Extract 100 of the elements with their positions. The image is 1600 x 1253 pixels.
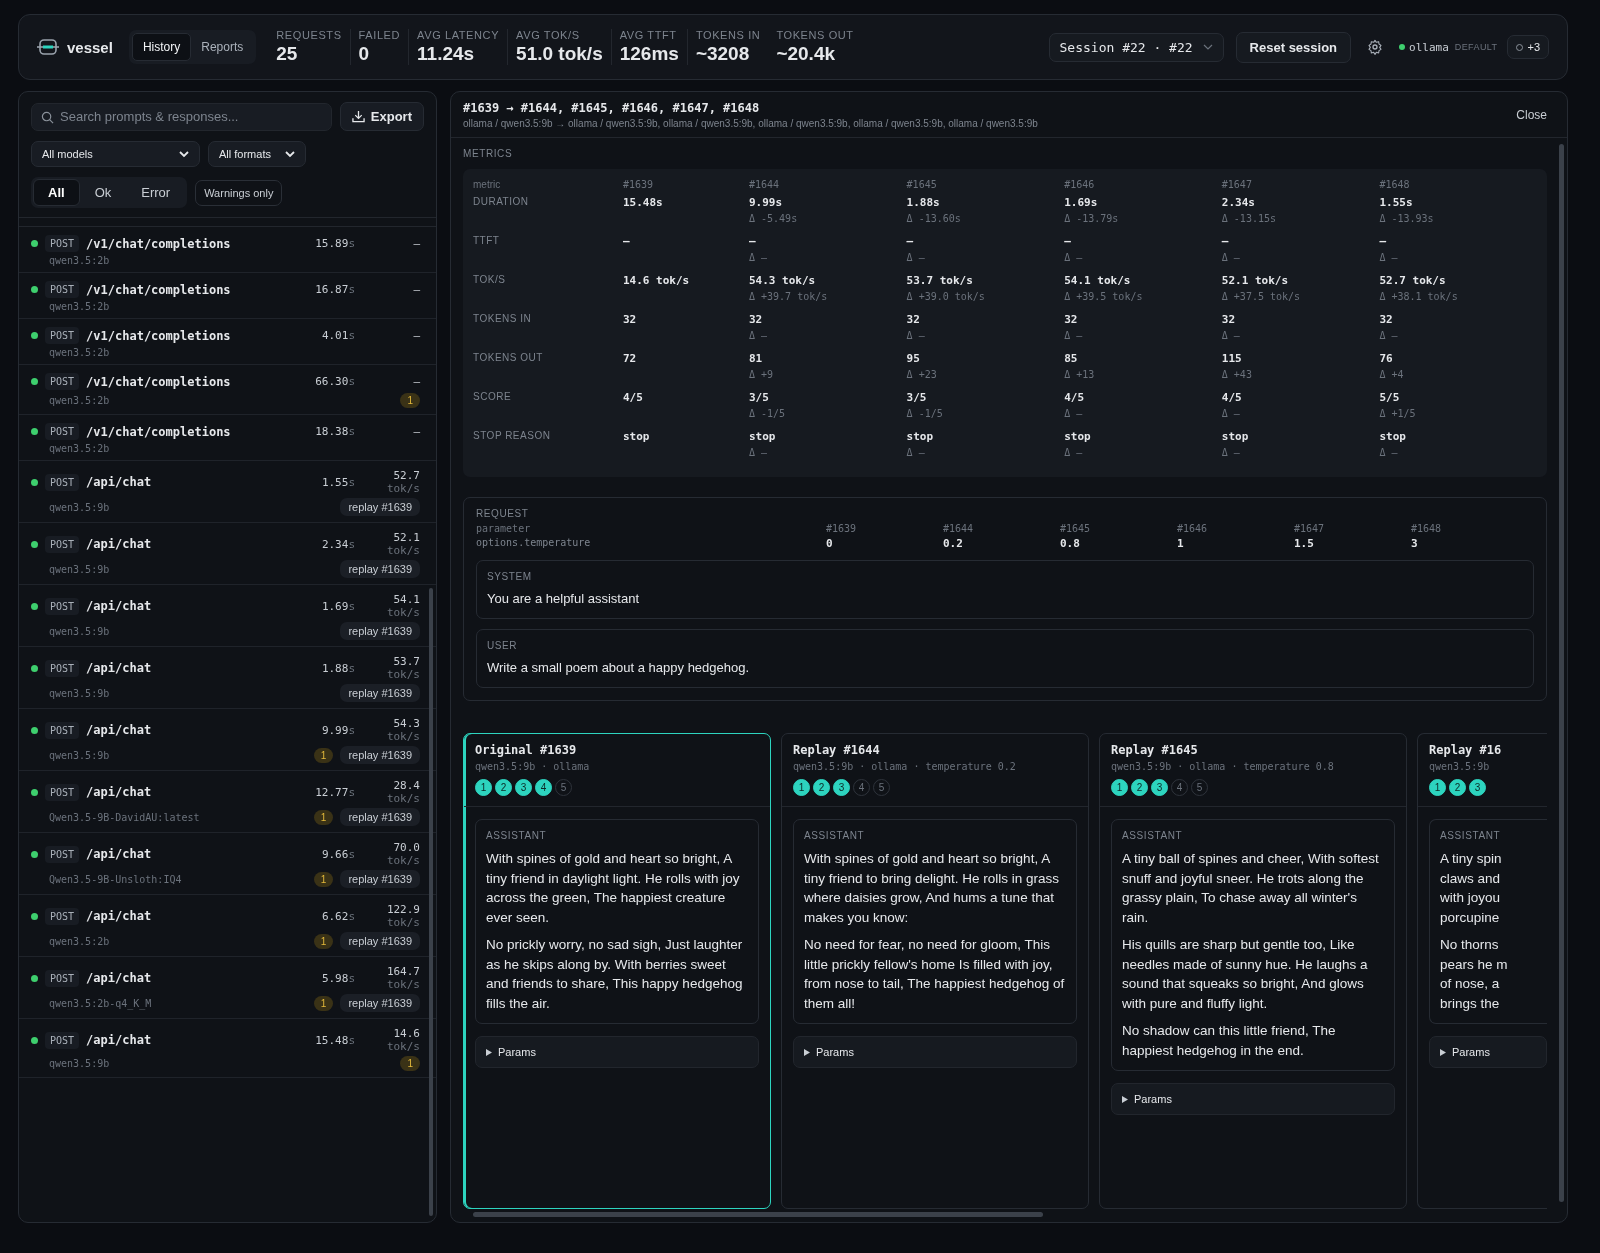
section-title: REQUEST <box>476 508 530 519</box>
model-filter-select[interactable]: All models <box>31 141 200 167</box>
score-button[interactable]: 3 <box>833 779 850 796</box>
score-button[interactable]: 2 <box>1131 779 1148 796</box>
response-text: of nose, a <box>1440 975 1501 993</box>
metric-value: 72 <box>623 352 638 365</box>
metric-delta: Δ -13.15s <box>1221 213 1277 224</box>
request-row[interactable]: POST /api/chat 1.55s 52.7 tok/s qwen3.5:9b replay #1639 <box>19 461 436 523</box>
tokens-per-second: 122.9 <box>386 903 420 916</box>
score-button[interactable]: 1 <box>793 779 810 796</box>
close-button[interactable]: Close <box>1510 107 1553 123</box>
rate-unit: tok/s <box>386 916 420 929</box>
status-filter-option[interactable]: All <box>33 179 80 206</box>
scrollbar[interactable] <box>429 588 433 1216</box>
metric-label: TOKENS OUT <box>473 352 544 365</box>
metric-delta: Δ — <box>1379 330 1399 341</box>
response-text: A tiny ball of spines and cheer, With softest snuff and joyful sneer. He trots along the grassy plain, To chase away all winter's rain. <box>1122 850 1380 927</box>
request-duration: 18.38s <box>314 425 355 438</box>
rate-unit: tok/s <box>386 668 420 681</box>
request-path: /api/chat <box>86 661 153 675</box>
export-button[interactable]: Export <box>339 102 424 131</box>
column-header: #1639 <box>623 179 655 190</box>
metric-label: STOP REASON <box>473 430 552 443</box>
column-header: #1648 <box>1379 179 1411 190</box>
metric-value: 52.7 tok/s <box>1379 274 1447 287</box>
response-card[interactable] <box>1099 733 1407 1209</box>
response-card[interactable]: Replay #16 qwen3.5:9b 1 2 3 ASSISTANT A tiny spin claws and with joyou porcupine No thorns pears he m of nose, a brings the Params <box>1417 733 1547 1209</box>
status-filter-option[interactable]: Ok <box>79 179 127 206</box>
response-text: with joyou <box>1440 889 1502 907</box>
scrollbar[interactable] <box>473 1212 1043 1217</box>
score-button[interactable]: 3 <box>515 779 532 796</box>
chevron-down-icon <box>284 150 295 158</box>
rate-unit: tok/s <box>386 1040 420 1053</box>
triangle-right-icon <box>486 1048 492 1056</box>
metric-value: stop <box>1221 430 1250 443</box>
rate-unit: tok/s <box>386 854 420 867</box>
tokens-per-second: 164.7 <box>386 965 420 978</box>
scrollbar[interactable] <box>1559 144 1564 1202</box>
request-row[interactable]: POST /v1/chat/completions 16.87s — qwen3.5:2b <box>19 273 436 319</box>
tokens-per-second: 70.0 <box>393 841 420 854</box>
metric-value: — <box>623 235 631 248</box>
request-row[interactable]: POST /v1/chat/completions 18.38s — qwen3.5:2b <box>19 415 436 461</box>
stat-value: 126ms <box>619 43 679 65</box>
request-row[interactable]: POST /api/chat 2.34s 52.1 tok/s qwen3.5:9b replay #1639 <box>19 523 436 585</box>
score-button[interactable]: 4 <box>535 779 552 796</box>
params-toggle[interactable]: Params <box>793 1036 1077 1068</box>
message-role: SYSTEM <box>487 571 533 582</box>
model-name: qwen3.5:2b <box>49 935 111 947</box>
search-field[interactable]: Search prompts & responses... <box>31 102 332 131</box>
tokens-per-second: 52.1 <box>393 531 420 544</box>
params-toggle[interactable]: Params <box>1429 1036 1547 1068</box>
stat-value: 25 <box>276 43 299 65</box>
session-select[interactable]: Session #22 · #22 <box>1048 32 1224 62</box>
metric-delta: Δ — <box>906 447 926 458</box>
triangle-right-icon <box>1440 1048 1446 1056</box>
view-tab[interactable]: History <box>131 33 192 61</box>
metric-delta: Δ — <box>1221 408 1241 419</box>
response-text: brings the <box>1440 994 1501 1013</box>
provider-name: ollama <box>1409 40 1449 54</box>
score-button[interactable]: 2 <box>813 779 830 796</box>
metric-value: — <box>1379 235 1387 248</box>
score-button[interactable]: 2 <box>1449 779 1466 796</box>
response-text: With spines of gold and heart so bright, A tiny friend to bring delight. He rolls in grass where daisies grow, And hums a tune that makes you know: <box>804 850 1061 927</box>
metric-value: 4/5 <box>1221 391 1243 404</box>
reset-session-button[interactable]: Reset session <box>1235 31 1352 63</box>
score-button[interactable]: 2 <box>495 779 512 796</box>
response-text: No need for fear, no need for gloom, This little prickly fellow's home Is filled with joy, from nose to tail, The happiest hedgehog of them all! <box>804 936 1066 1013</box>
request-row[interactable]: POST /v1/chat/completions 4.01s — qwen3.5:2b <box>19 319 436 365</box>
warnings-only-toggle[interactable]: Warnings only <box>195 179 283 206</box>
column-header: #1647 <box>1294 523 1326 534</box>
request-row[interactable]: POST /v1/chat/completions 15.89s — qwen3.5:2b <box>19 227 436 273</box>
metric-delta: Δ — <box>1221 252 1241 263</box>
column-header: parameter <box>476 523 532 534</box>
model-name: qwen3.5:2b <box>49 443 111 454</box>
view-tab[interactable]: Reports <box>191 33 254 61</box>
model-name: qwen3.5:9b <box>49 687 111 699</box>
metric-delta: Δ — <box>749 252 769 263</box>
request-row[interactable]: POST /v1/chat/completions 66.30s — qwen3.5:2b 1 <box>19 365 436 415</box>
metric-value: 54.1 tok/s <box>1064 274 1132 287</box>
tokens-per-second: — <box>413 329 420 342</box>
more-providers-button[interactable]: +3 <box>1507 35 1549 59</box>
score-button[interactable]: 1 <box>475 779 492 796</box>
settings-icon[interactable] <box>1367 39 1384 55</box>
score-button[interactable]: 3 <box>1469 779 1486 796</box>
request-path: /v1/chat/completions <box>86 236 232 251</box>
method-tag: POST <box>45 969 80 987</box>
score-button[interactable]: 1 <box>1429 779 1446 796</box>
format-filter-select[interactable]: All formats <box>208 141 306 167</box>
response-card[interactable] <box>781 733 1089 1209</box>
response-card[interactable] <box>463 733 771 1209</box>
status-filter-option[interactable]: Error <box>126 179 186 206</box>
rate-unit: tok/s <box>386 482 420 495</box>
request-path: /v1/chat/completions <box>86 374 232 389</box>
score-button[interactable]: 3 <box>1151 779 1168 796</box>
response-text: pears he m <box>1440 955 1509 974</box>
column-header: #1644 <box>943 523 975 534</box>
stat-label: FAILED <box>358 29 401 41</box>
score-button[interactable]: 1 <box>1111 779 1128 796</box>
params-toggle[interactable]: Params <box>1111 1083 1395 1115</box>
params-toggle[interactable]: Params <box>475 1036 759 1068</box>
